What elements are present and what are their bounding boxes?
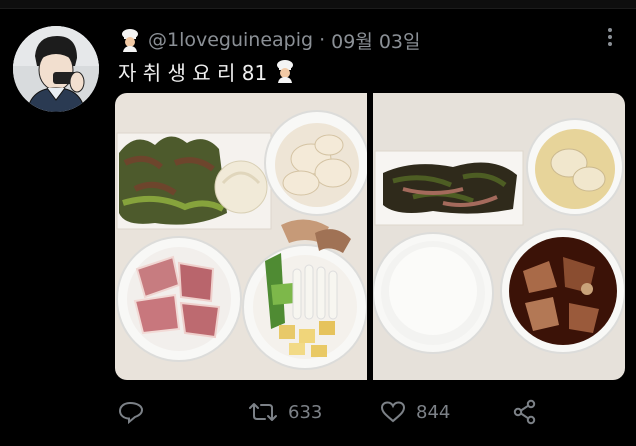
tweet-text: 자 취 생 요 리 81 bbox=[118, 57, 297, 85]
tweet-actions: 633 844 bbox=[118, 396, 548, 428]
retweet-icon bbox=[249, 403, 277, 421]
share-button[interactable] bbox=[512, 396, 538, 428]
tweet-body: 자 취 생 요 리 81 bbox=[118, 60, 268, 85]
retweet-button[interactable]: 633 bbox=[248, 396, 322, 428]
tweet-date[interactable]: 09월 03일 bbox=[331, 27, 420, 54]
more-vertical-icon[interactable] bbox=[600, 25, 620, 49]
avatar[interactable] bbox=[13, 26, 99, 112]
tweet-header: @1loveguineapig · 09월 03일 bbox=[118, 26, 421, 54]
like-button[interactable]: 844 bbox=[380, 396, 450, 428]
top-bar bbox=[0, 0, 636, 9]
meal-ingredients-photo[interactable] bbox=[115, 93, 367, 380]
retweet-count: 633 bbox=[288, 401, 323, 423]
chef-icon bbox=[118, 28, 142, 52]
share-icon bbox=[513, 399, 536, 425]
header-separator: · bbox=[319, 29, 326, 51]
heart-icon bbox=[380, 401, 406, 423]
tweet-media[interactable] bbox=[115, 93, 625, 380]
cooked-meal-photo[interactable] bbox=[373, 93, 625, 380]
author-handle[interactable]: @1loveguineapig bbox=[148, 29, 313, 51]
reply-button[interactable] bbox=[118, 396, 144, 428]
like-count: 844 bbox=[416, 401, 451, 423]
chef-icon bbox=[273, 59, 297, 83]
reply-icon bbox=[118, 401, 144, 424]
